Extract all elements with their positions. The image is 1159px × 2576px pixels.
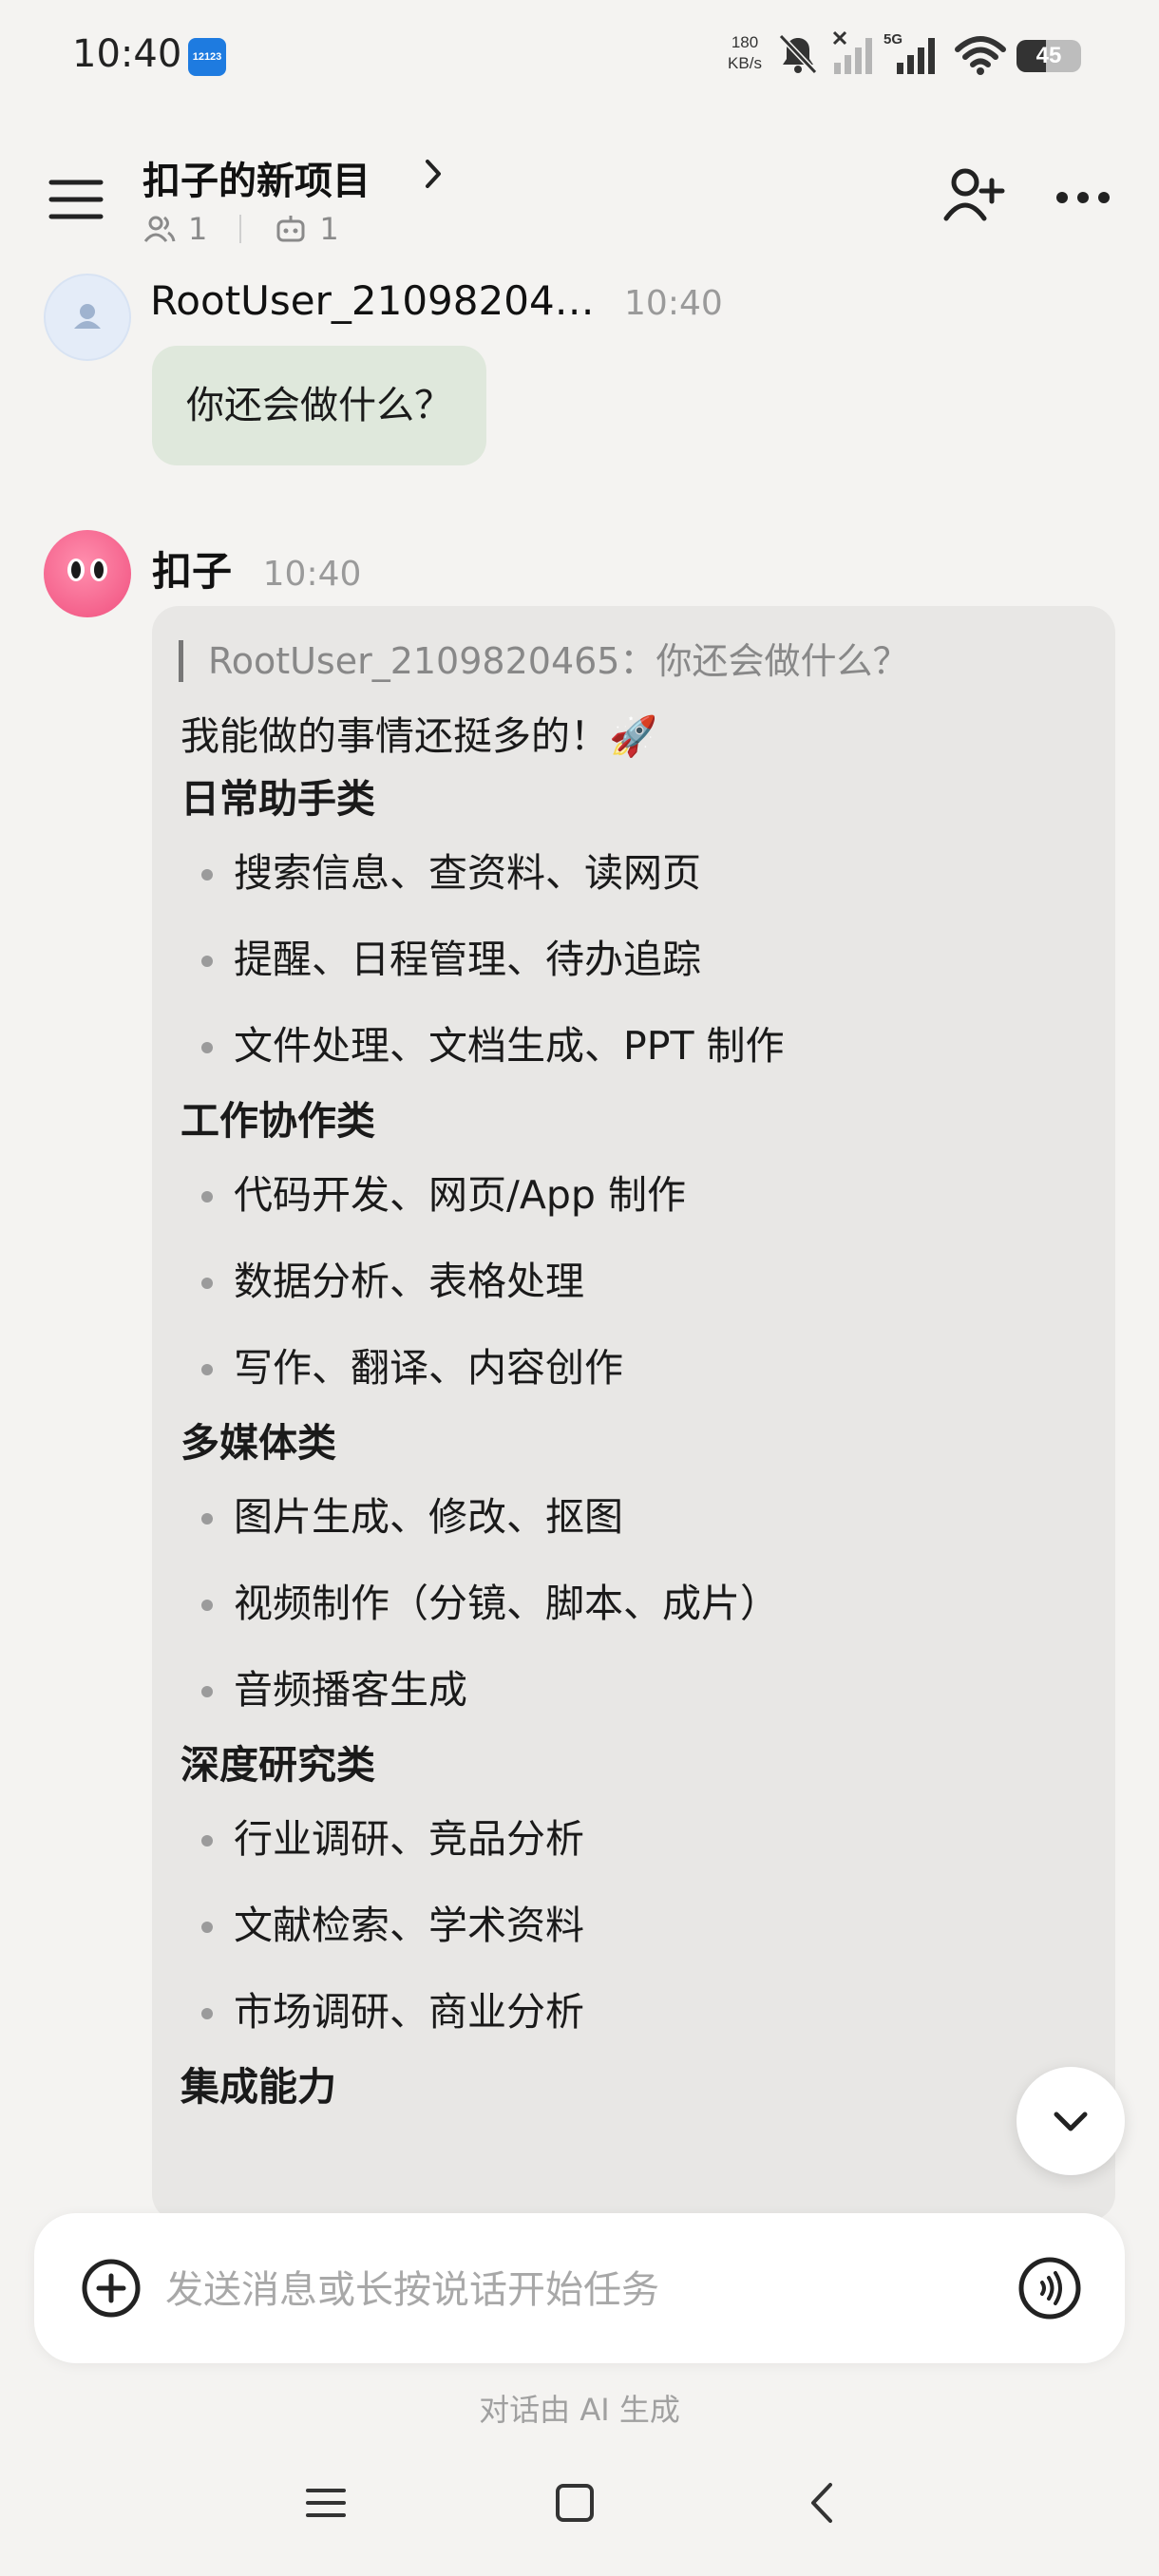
capability-list-item: 行业调研、竞品分析 [180, 1796, 1096, 1883]
bot-message-content: 我能做的事情还挺多的！🚀 日常助手类搜索信息、查资料、读网页 提醒、日程管理、待办… [180, 705, 1096, 2118]
signal-5g-icon: 5G [884, 31, 935, 74]
network-speed-value: 180 [731, 33, 759, 51]
capability-list-item: 市场调研、商业分析 [180, 1969, 1096, 2055]
bot-count: 1 [319, 211, 339, 247]
bot-message-bubble[interactable]: RootUser_2109820465：你还会做什么？ 我能做的事情还挺多的！🚀… [152, 606, 1115, 2221]
user-silhouette-icon [74, 304, 101, 329]
chevron-down-icon [1054, 2112, 1088, 2131]
message-input[interactable] [163, 2251, 1003, 2329]
chevron-right-icon[interactable] [418, 152, 450, 196]
capability-list-item: 音频播客生成 [180, 1647, 1096, 1733]
category-title: 工作协作类 [180, 1098, 375, 1144]
bot-name: 扣子 10:40 [152, 540, 361, 597]
member-summary[interactable]: 1 1 [142, 211, 339, 247]
battery-icon: 45 [1016, 40, 1081, 72]
category-title: 深度研究类 [180, 1742, 375, 1788]
user-message-time: 10:40 [624, 284, 723, 323]
capability-list-item: 提醒、日程管理、待办追踪 [180, 917, 1096, 1003]
scroll-to-bottom-button[interactable] [1016, 2067, 1125, 2175]
battery-percent: 45 [1036, 43, 1062, 68]
category-title: 集成能力 [180, 2064, 336, 2110]
ai-disclaimer: 对话由 AI 生成 [479, 2392, 680, 2428]
network-type-label: 5G [884, 31, 902, 47]
capability-list-item: 文件处理、文档生成、PPT 制作 [180, 1003, 1096, 1089]
project-title[interactable]: 扣子的新项目 [142, 150, 370, 205]
user-message-bubble[interactable]: 你还会做什么？ [152, 346, 486, 465]
user-name-text: RootUser_21098204… [150, 277, 595, 324]
signal-no-service-icon [832, 30, 872, 74]
status-time: 10:40 [72, 32, 182, 76]
bot-eyes-icon [67, 559, 107, 581]
members-icon [143, 216, 176, 242]
capability-list-item: 搜索信息、查资料、读网页 [180, 830, 1096, 917]
wifi-icon [955, 36, 1006, 75]
capability-list-item: 文献检索、学术资料 [180, 1883, 1096, 1969]
capability-list-item: 图片生成、修改、抠图 [180, 1474, 1096, 1561]
app-notification-icon: 12123 [188, 38, 226, 76]
bot-name-text: 扣子 [152, 548, 233, 595]
member-count: 1 [188, 211, 208, 247]
home-icon[interactable] [551, 2479, 598, 2527]
more-options-icon[interactable] [1053, 161, 1113, 228]
message-composer [34, 2213, 1125, 2363]
bot-icon [276, 216, 305, 242]
user-avatar[interactable] [44, 274, 131, 361]
add-attachment-icon[interactable] [80, 2257, 142, 2320]
bot-intro: 我能做的事情还挺多的！🚀 [180, 713, 658, 759]
network-speed: 180 KB/s [720, 32, 770, 74]
divider [239, 215, 242, 243]
menu-icon[interactable] [48, 171, 104, 228]
bot-avatar[interactable] [44, 530, 131, 617]
capability-list-item: 代码开发、网页/App 制作 [180, 1152, 1096, 1239]
capability-list-item: 数据分析、表格处理 [180, 1239, 1096, 1325]
quoted-message: RootUser_2109820465：你还会做什么？ [179, 640, 908, 682]
voice-input-icon[interactable] [1016, 2255, 1083, 2321]
capability-list-item: 视频制作（分镜、脚本、成片） [180, 1561, 1096, 1647]
category-title: 日常助手类 [180, 776, 375, 822]
bot-message-time: 10:40 [262, 555, 362, 594]
back-icon[interactable] [800, 2479, 847, 2527]
capability-list-item: 写作、翻译、内容创作 [180, 1325, 1096, 1411]
category-title: 多媒体类 [180, 1420, 336, 1466]
mute-icon [778, 33, 818, 75]
user-name: RootUser_21098204… 10:40 [150, 277, 723, 324]
network-speed-unit: KB/s [728, 54, 762, 72]
add-member-icon[interactable] [940, 161, 1007, 228]
recent-apps-icon[interactable] [302, 2479, 350, 2527]
